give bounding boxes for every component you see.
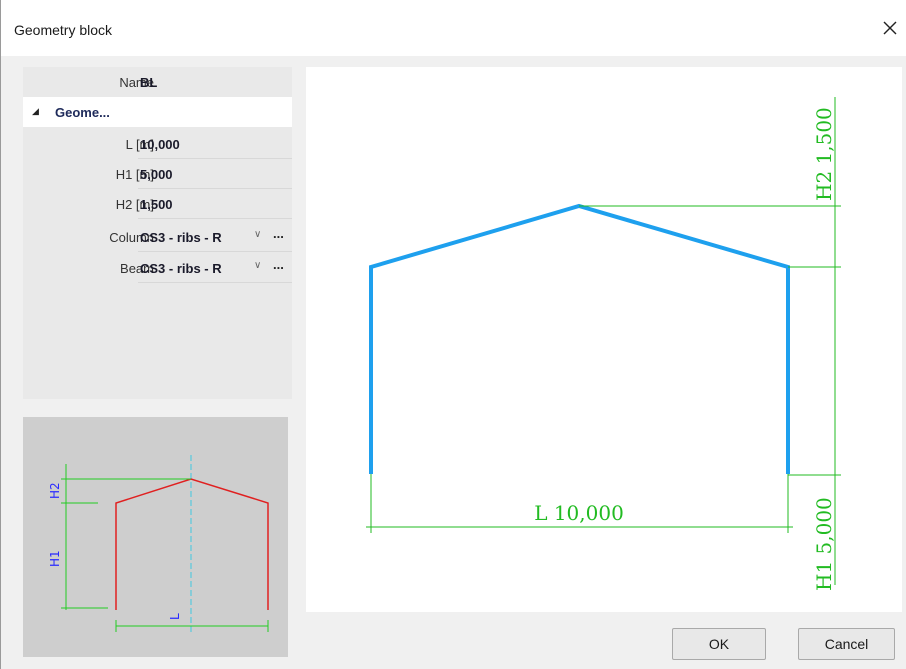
column-value[interactable]: CS3 - ribs - R <box>140 230 222 245</box>
drawing-svg: L 10,000 H2 1,500 H1 5,000 <box>366 97 841 591</box>
dim-h1-label: H1 5,000 <box>812 497 836 591</box>
property-row-name: Name BL <box>23 67 292 97</box>
property-grid: Name BL ◢ Geome... L [m] 10,000 H1 [m] 5… <box>23 67 292 399</box>
frame-shape <box>115 478 269 610</box>
ok-button[interactable]: OK <box>672 628 766 660</box>
property-row-beam: Beam CS3 - ribs - R ∨ ... <box>23 253 292 283</box>
column-dropdown-icon[interactable]: ∨ <box>254 229 261 240</box>
frame-outline <box>369 203 790 474</box>
h2-value[interactable]: 1,500 <box>140 197 173 212</box>
name-value[interactable]: BL <box>140 75 157 90</box>
title-bar: Geometry block <box>1 0 906 56</box>
h1-value[interactable]: 5,000 <box>140 167 173 182</box>
beam-dropdown-icon[interactable]: ∨ <box>254 260 261 271</box>
h1-symbol: H1 <box>48 550 62 567</box>
group-geometry-label: Geome... <box>55 105 110 120</box>
cancel-button[interactable]: Cancel <box>798 628 895 660</box>
l-value[interactable]: 10,000 <box>140 137 180 152</box>
group-geometry[interactable]: ◢ Geome... <box>23 97 292 127</box>
property-row-l: L [m] 10,000 <box>23 129 292 159</box>
beam-value[interactable]: CS3 - ribs - R <box>140 261 222 276</box>
property-row-h2: H2 [m] 1,500 <box>23 189 292 219</box>
property-row-h1: H1 [m] 5,000 <box>23 159 292 189</box>
schematic-preview: H2 H1 L <box>23 417 288 657</box>
close-icon[interactable] <box>880 18 900 38</box>
drawing-canvas[interactable]: L 10,000 H2 1,500 H1 5,000 <box>306 67 902 612</box>
l-symbol: L <box>168 613 182 620</box>
dim-l-label: L 10,000 <box>534 501 624 525</box>
h2-symbol: H2 <box>48 482 62 499</box>
geometry-block-dialog: Geometry block Name BL ◢ Geome... L [m] … <box>0 0 906 669</box>
dialog-title: Geometry block <box>14 22 113 38</box>
schematic-svg: H2 H1 L <box>48 455 269 632</box>
dim-h2-label: H2 1,500 <box>812 107 836 201</box>
collapse-triangle-icon[interactable]: ◢ <box>32 106 39 117</box>
beam-ellipsis-button[interactable]: ... <box>273 257 284 272</box>
column-ellipsis-button[interactable]: ... <box>273 226 284 241</box>
property-row-column: Column CS3 - ribs - R ∨ ... <box>23 222 292 252</box>
